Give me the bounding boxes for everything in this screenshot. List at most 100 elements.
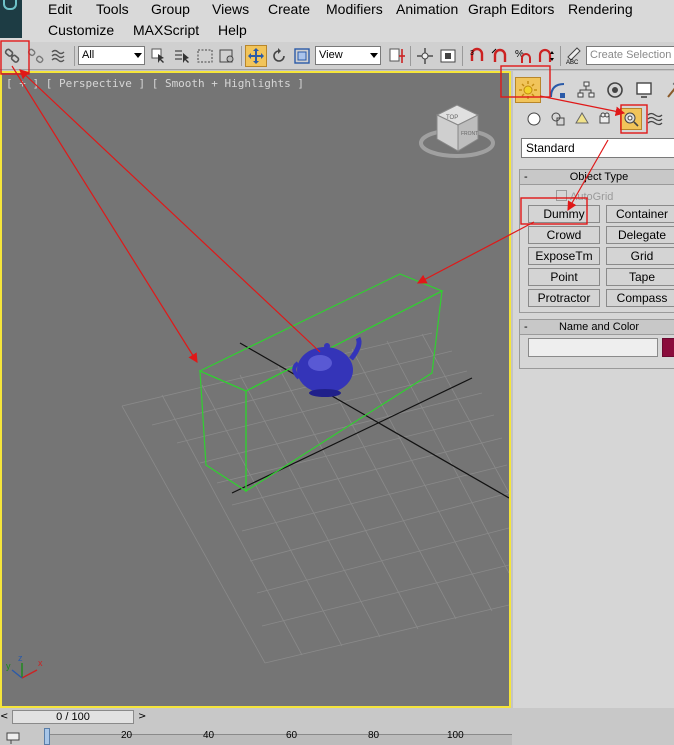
dummy-button[interactable]: Dummy [528,205,600,223]
shapes-category-button[interactable] [547,108,569,130]
create-sun-icon [519,81,537,99]
display-tab[interactable] [631,77,657,103]
menu-group[interactable]: Group [151,1,190,17]
toolbar-separator [410,46,411,66]
compass-button[interactable]: Compass [606,289,674,307]
trackbar-tick-label: 60 [286,730,298,741]
window-crossing-icon [219,49,234,63]
helpers-category-button[interactable] [620,108,642,130]
time-bar: < 0 / 100 > 20 40 60 80 100 [0,708,674,745]
menu-maxscript[interactable]: MAXScript [133,22,199,38]
menu-rendering[interactable]: Rendering [568,1,633,17]
app-logo-icon[interactable] [0,0,22,38]
cursor-select-icon [151,48,164,63]
unlink-selection-button[interactable] [25,45,47,67]
name-and-color-rollout-header[interactable]: - Name and Color [520,320,674,335]
current-frame-marker[interactable] [44,728,50,745]
snaps-toggle-button[interactable]: 3 [466,45,488,67]
angle-snap-toggle-button[interactable] [489,45,511,67]
menu-create[interactable]: Create [268,1,310,17]
viewcube[interactable]: TOP FRONT [419,104,495,158]
keyboard-shortcut-override-button[interactable] [437,45,459,67]
modify-tab[interactable] [544,77,570,103]
move-icon [248,48,264,64]
menu-modifiers[interactable]: Modifiers [326,1,383,17]
reference-coordinate-value: View [319,49,343,61]
trackbar[interactable] [46,734,512,745]
select-and-move-button[interactable] [245,45,267,67]
grid-axis-x [239,342,509,499]
menu-edit[interactable]: Edit [48,1,72,17]
viewcube-front-label: FRONT [461,131,478,137]
create-selection-set-field[interactable]: Create Selection S [586,46,674,65]
grid-button[interactable]: Grid [606,247,674,265]
select-and-manipulate-button[interactable] [414,45,436,67]
utilities-tab[interactable] [660,77,674,103]
select-and-scale-button[interactable] [291,45,313,67]
container-button[interactable]: Container [606,205,674,223]
lights-category-button[interactable] [571,108,593,130]
grid-axis-y [231,377,473,494]
cameras-category-button[interactable] [595,108,617,130]
unlink-icon [27,48,44,64]
menu-graph-editors[interactable]: Graph Editors [468,1,554,17]
abc-selection-icon: ABC [566,47,581,65]
rect-selection-icon [197,49,213,63]
select-by-name-button[interactable] [171,45,193,67]
object-color-swatch[interactable] [662,338,674,357]
delegate-button[interactable]: Delegate [606,226,674,244]
perspective-viewport[interactable]: TOP FRONT y z x [ + ] [ Perspective ] [ … [0,71,511,708]
autogrid-label: AutoGrid [570,191,614,203]
geometry-category-button[interactable] [523,108,545,130]
collapse-icon: - [524,321,528,333]
rotate-icon [273,48,285,62]
hammer-icon [667,81,674,98]
time-slider[interactable]: 0 / 100 [12,710,134,724]
toolbar-separator [462,46,463,66]
menu-customize[interactable]: Customize [48,22,114,38]
bind-to-space-warp-button[interactable] [48,45,70,67]
object-name-input[interactable] [528,338,658,357]
teapot-object[interactable] [292,336,362,397]
viewport-label-menu[interactable]: [ + ] [ Perspective ] [ Smooth + Highlig… [6,77,304,90]
select-and-link-button[interactable] [2,45,24,67]
select-and-rotate-button[interactable] [268,45,290,67]
object-category-dropdown[interactable]: Standard [521,138,674,158]
menu-animation[interactable]: Animation [396,1,458,17]
toolbar-separator [241,46,242,66]
protractor-button[interactable]: Protractor [528,289,600,307]
hierarchy-tab[interactable] [573,77,599,103]
exposetm-button[interactable]: ExposeTm [528,247,600,265]
wave-warp-icon [647,112,663,126]
space-warps-category-button[interactable] [644,108,666,130]
crowd-button[interactable]: Crowd [528,226,600,244]
percent-snap-icon: % [515,49,531,63]
edit-named-selection-button[interactable]: ABC [563,45,585,67]
tape-button[interactable]: Tape [606,268,674,286]
percent-snap-toggle-button[interactable]: % [512,45,534,67]
window-crossing-button[interactable] [216,45,238,67]
rectangular-selection-button[interactable] [194,45,216,67]
angle-snap-icon [491,48,507,62]
light-icon [575,112,589,124]
selection-filter-dropdown[interactable]: All [78,46,145,65]
toolbar-separator [560,46,561,66]
time-slider-next-button[interactable]: > [138,710,148,724]
object-type-rollout-header[interactable]: - Object Type [520,170,674,185]
point-button[interactable]: Point [528,268,600,286]
reference-coordinate-dropdown[interactable]: View [315,46,381,65]
create-tab[interactable] [515,77,541,103]
motion-tab[interactable] [602,77,628,103]
select-object-button[interactable] [148,45,170,67]
pivot-center-icon [389,48,405,63]
autogrid-checkbox[interactable]: AutoGrid [556,190,613,203]
time-slider-prev-button[interactable]: < [0,710,10,724]
use-pivot-center-button[interactable] [386,45,408,67]
spinner-snap-toggle-button[interactable] [535,45,557,67]
menu-help[interactable]: Help [218,22,247,38]
menu-views[interactable]: Views [212,1,249,17]
chevron-down-icon [134,53,142,58]
menu-tools[interactable]: Tools [96,1,129,17]
magnet-snap-icon: 3 [470,47,484,61]
open-mini-curve-editor-icon[interactable] [6,732,20,744]
